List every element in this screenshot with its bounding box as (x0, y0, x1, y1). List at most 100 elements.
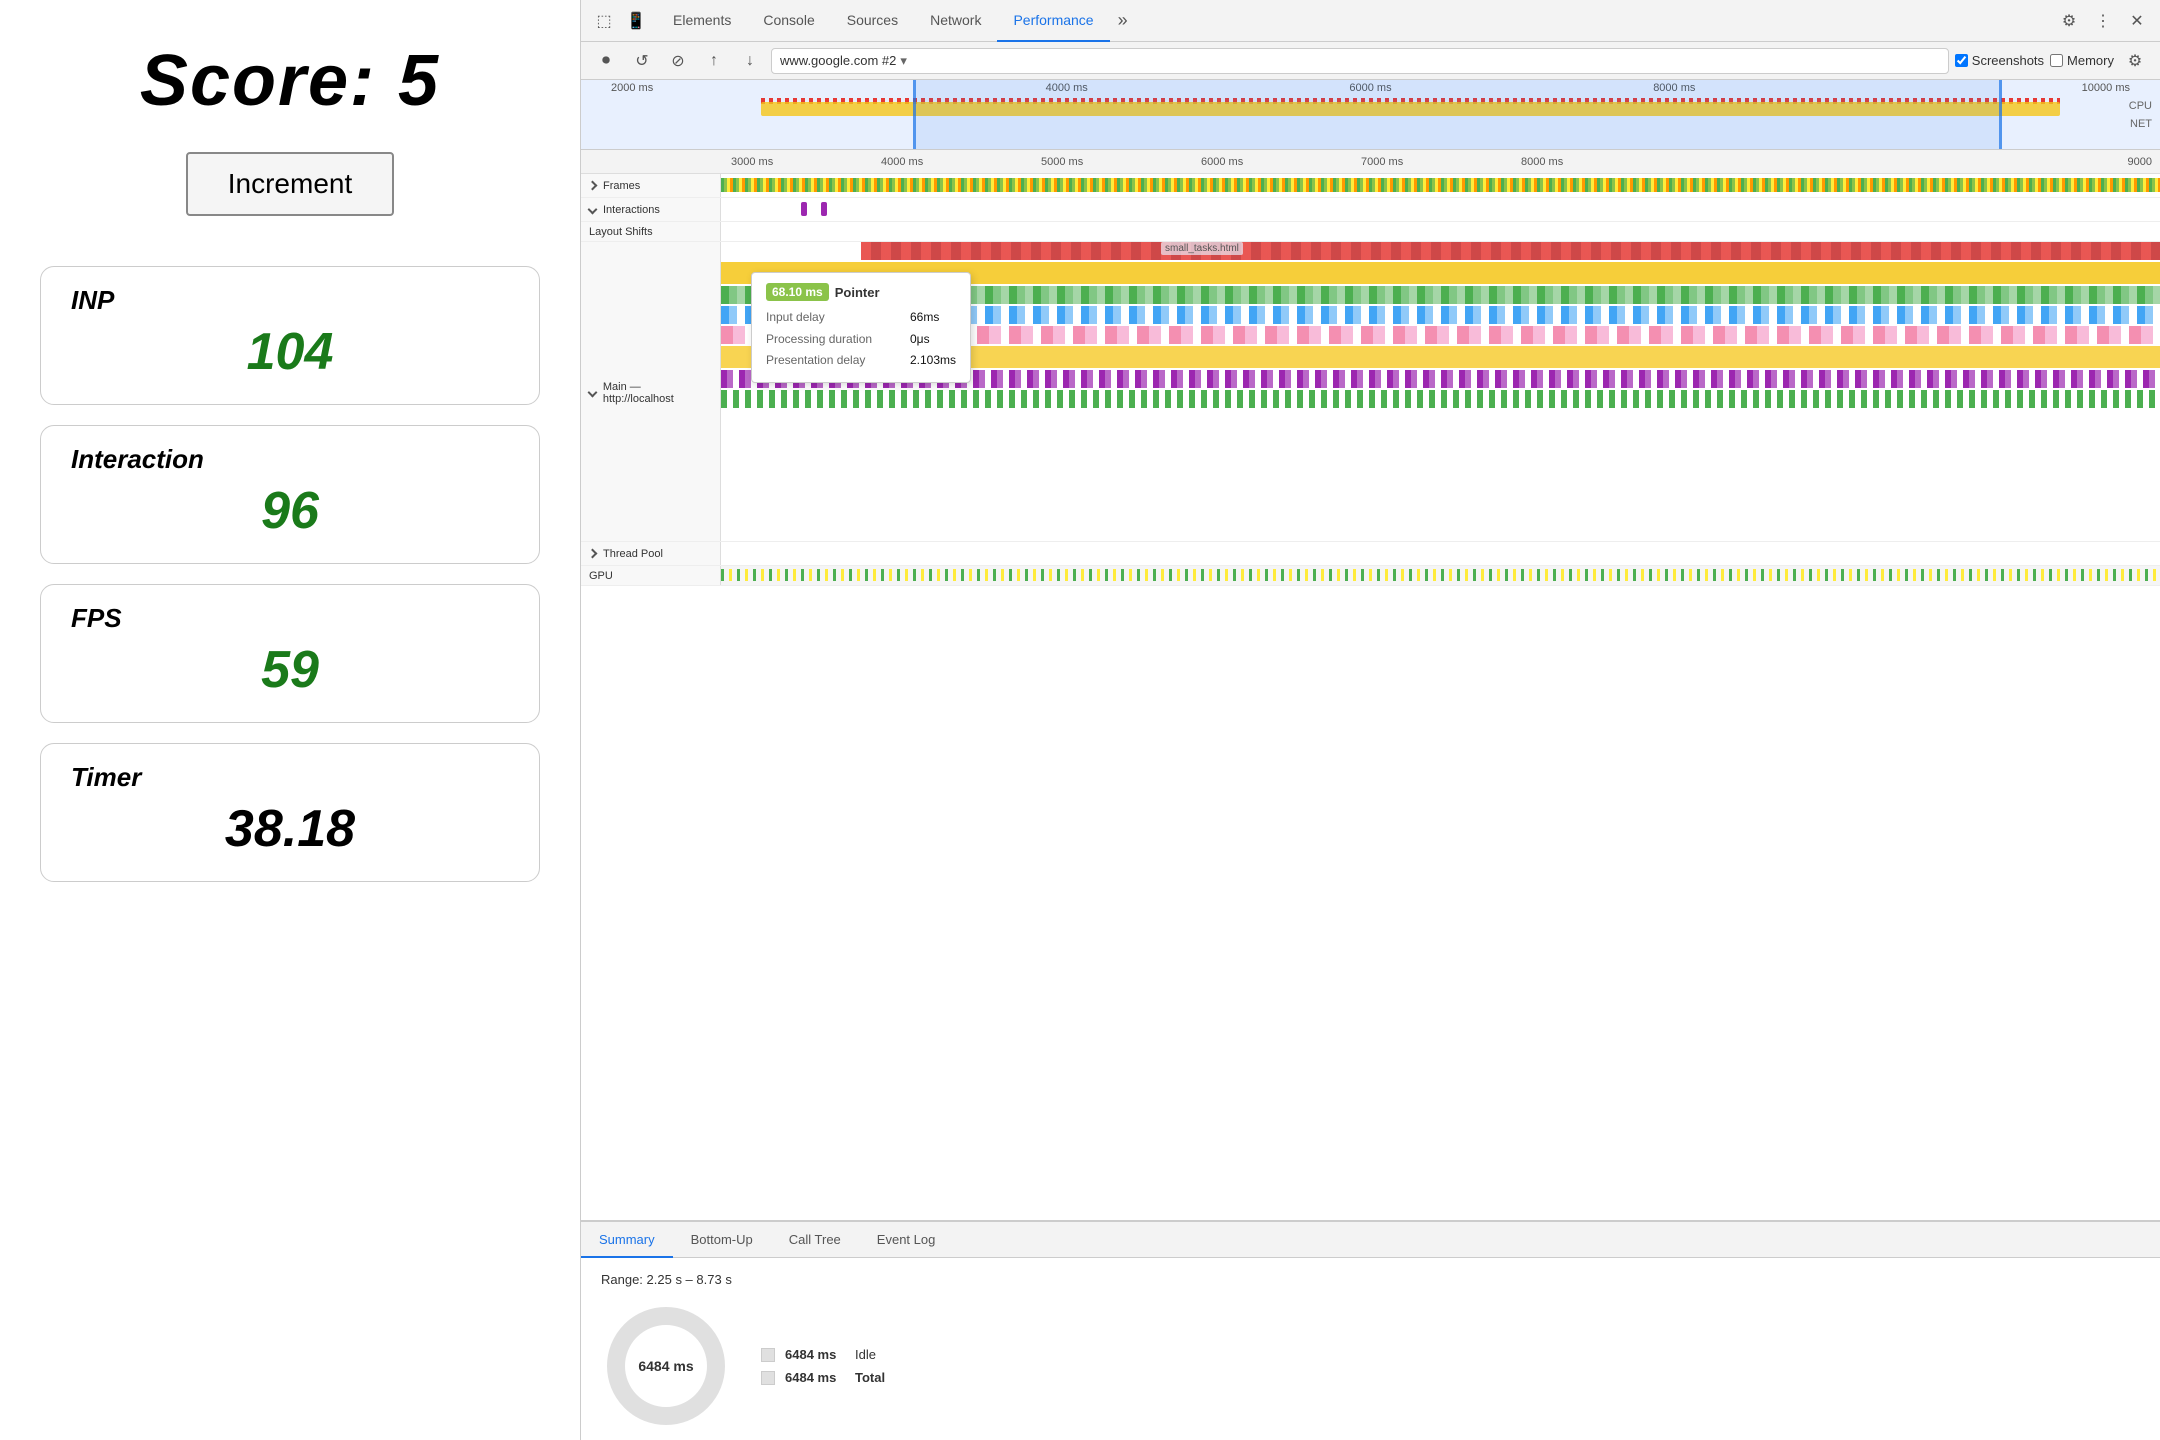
legend-total-label: Total (855, 1370, 885, 1385)
legend-item-total: 6484 ms Total (761, 1370, 885, 1385)
url-dropdown[interactable]: ▾ (900, 53, 907, 69)
interaction-bar-1 (801, 202, 807, 216)
settings-gear-btn[interactable]: ⚙ (2054, 6, 2084, 36)
record-btn[interactable]: ⏺ (591, 46, 621, 76)
memory-label: Memory (2067, 53, 2114, 68)
legend-total-ms: 6484 ms (785, 1370, 845, 1385)
ruler2-9000: 9000 (2128, 156, 2152, 168)
left-panel: Score: 5 Increment INP 104 Interaction 9… (0, 0, 580, 1440)
memory-checkbox-label[interactable]: Memory (2050, 53, 2114, 68)
layout-shifts-content (721, 222, 2160, 241)
score-value: 5 (398, 41, 440, 121)
clear-btn[interactable]: ⊘ (663, 46, 693, 76)
inspect-icon-btn[interactable]: ⬚ (589, 6, 619, 36)
ruler2-6000: 6000 ms (1201, 156, 1243, 168)
screenshots-checkbox[interactable] (1955, 54, 1968, 67)
legend-box-total (761, 1371, 775, 1385)
tab-summary[interactable]: Summary (581, 1222, 673, 1258)
inp-card: INP 104 (40, 266, 540, 405)
ruler-tick-0: 2000 ms (601, 82, 915, 94)
timeline-detail-ruler: 3000 ms 4000 ms 5000 ms 6000 ms 7000 ms … (581, 150, 2160, 174)
interactions-track-label: Interactions (581, 198, 721, 221)
tooltip-processing-row: Processing duration 0μs (766, 329, 956, 351)
screenshots-checkbox-label[interactable]: Screenshots (1955, 53, 2044, 68)
tab-performance[interactable]: Performance (997, 0, 1109, 42)
tab-elements[interactable]: Elements (657, 0, 747, 42)
fps-label: FPS (71, 603, 509, 634)
main-thread-track-row: Main — http://localhost (581, 242, 2160, 542)
legend-box-idle (761, 1348, 775, 1362)
tooltip-ms: 68.10 ms (766, 283, 829, 301)
more-options-btn[interactable]: ⋮ (2088, 6, 2118, 36)
interaction-label: Interaction (71, 444, 509, 475)
net-sidebar-label: NET (2130, 118, 2152, 130)
tooltip-presentation-val: 2.103ms (910, 350, 956, 372)
devtools-tabs: Elements Console Sources Network Perform… (657, 0, 1136, 42)
thread-pool-content (721, 542, 2160, 565)
tab-network[interactable]: Network (914, 0, 997, 42)
fps-value: 59 (71, 640, 509, 700)
memory-checkbox[interactable] (2050, 54, 2063, 67)
tab-bottom-up[interactable]: Bottom-Up (673, 1222, 771, 1258)
tooltip-input-delay-val: 66ms (910, 307, 939, 329)
bottom-tabs: Summary Bottom-Up Call Tree Event Log (581, 1222, 2160, 1258)
summary-section: Range: 2.25 s – 8.73 s 6484 ms (601, 1272, 2140, 1431)
score-label: Score: (140, 41, 376, 121)
gpu-bar (721, 569, 2160, 581)
devtools-settings-area: ⚙ ⋮ ✕ (2054, 6, 2152, 36)
main-chevron (588, 388, 598, 398)
legend-item-idle: 6484 ms Idle (761, 1347, 885, 1362)
donut-chart: 6484 ms (601, 1301, 731, 1431)
close-devtools-btn[interactable]: ✕ (2122, 6, 2152, 36)
interaction-value: 96 (71, 481, 509, 541)
frames-track-label: Frames (581, 174, 721, 197)
ruler2-8000: 8000 ms (1521, 156, 1563, 168)
ruler2-3000: 3000 ms (731, 156, 773, 168)
cpu-sidebar-label: CPU (2129, 100, 2152, 112)
score-display: Score: 5 (140, 40, 440, 122)
interaction-tooltip: 68.10 ms Pointer Input delay 66ms Proces… (751, 272, 971, 383)
interaction-card: Interaction 96 (40, 425, 540, 564)
perf-settings-btn[interactable]: ⚙ (2120, 46, 2150, 76)
device-toggle-btn[interactable]: 📱 (621, 6, 651, 36)
tooltip-type: Pointer (835, 285, 880, 300)
timer-label: Timer (71, 762, 509, 793)
fps-card: FPS 59 (40, 584, 540, 723)
devtools-perf-toolbar: ⏺ ↺ ⊘ ↑ ↓ www.google.com #2 ▾ Screenshot… (581, 42, 2160, 80)
gpu-content (721, 566, 2160, 585)
tab-sources[interactable]: Sources (831, 0, 914, 42)
more-tabs-btn[interactable]: » (1110, 0, 1136, 42)
main-thread-content[interactable]: small_tasks.html 68.10 ms Pointer Input … (721, 242, 2160, 541)
main-thread-label: Main — http://localhost (581, 242, 721, 541)
increment-button[interactable]: Increment (186, 152, 395, 216)
upload-btn[interactable]: ↑ (699, 46, 729, 76)
tooltip-title: 68.10 ms Pointer (766, 283, 956, 301)
frames-bar (721, 178, 2160, 192)
timeline-overview[interactable]: 2000 ms 4000 ms 6000 ms 8000 ms 10000 ms… (581, 80, 2160, 150)
layout-shifts-label-text: Layout Shifts (589, 226, 653, 238)
red-tasks-bar (861, 242, 2160, 260)
inp-label: INP (71, 285, 509, 316)
inp-value: 104 (71, 322, 509, 382)
url-bar: www.google.com #2 ▾ (771, 48, 1949, 74)
layout-shifts-track-row: Layout Shifts (581, 222, 2160, 242)
tooltip-input-delay-key: Input delay (766, 307, 906, 329)
layout-shifts-label: Layout Shifts (581, 222, 721, 241)
thread-pool-label-text: Thread Pool (603, 548, 663, 560)
interactions-track-content (721, 198, 2160, 221)
bottom-panel: Summary Bottom-Up Call Tree Event Log Ra… (581, 1220, 2160, 1440)
url-text: www.google.com #2 (780, 53, 896, 68)
timeline-tracks[interactable]: Frames Interactions (581, 174, 2160, 1220)
tab-console[interactable]: Console (747, 0, 830, 42)
thread-pool-label: Thread Pool (581, 542, 721, 565)
frames-chevron (588, 181, 598, 191)
main-label-text: Main — http://localhost (603, 381, 712, 405)
legend-idle-ms: 6484 ms (785, 1347, 845, 1362)
thread-pool-chevron (588, 549, 598, 559)
reload-record-btn[interactable]: ↺ (627, 46, 657, 76)
donut-center-label: 6484 ms (638, 1358, 693, 1374)
tab-event-log[interactable]: Event Log (859, 1222, 954, 1258)
download-btn[interactable]: ↓ (735, 46, 765, 76)
tab-call-tree[interactable]: Call Tree (771, 1222, 859, 1258)
devtools-top-toolbar: ⬚ 📱 Elements Console Sources Network Per… (581, 0, 2160, 42)
